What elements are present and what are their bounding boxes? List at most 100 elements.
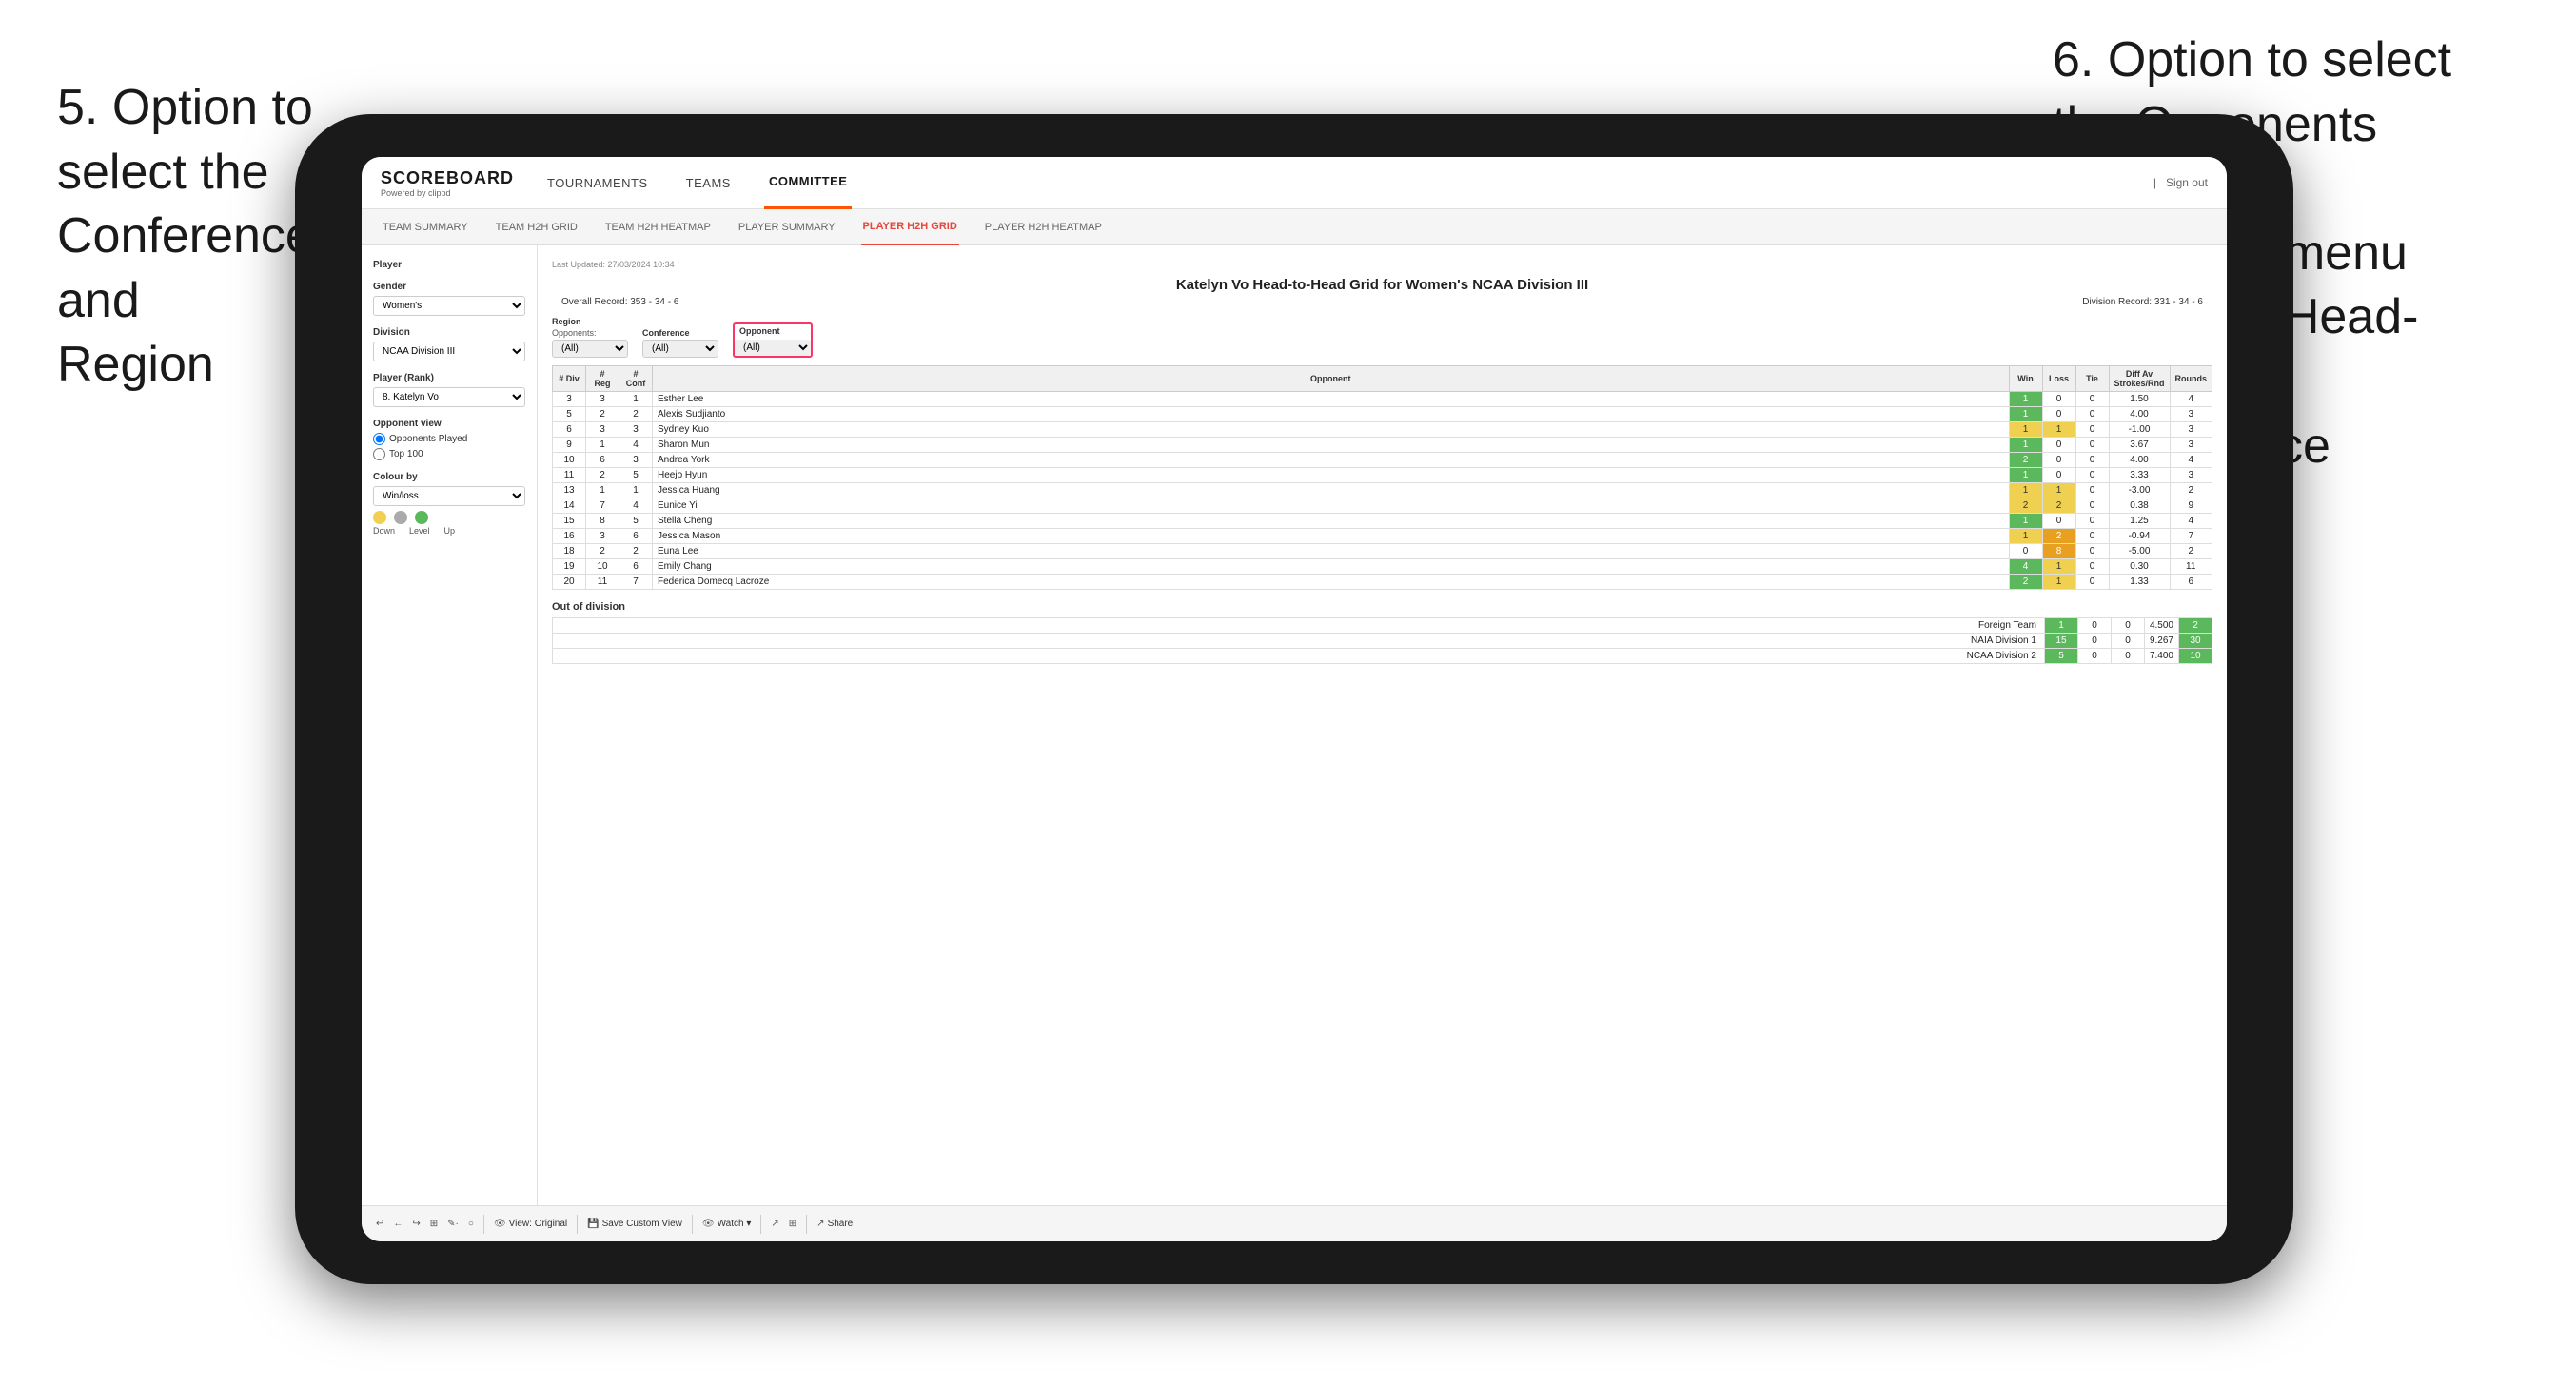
th-div: # Div bbox=[553, 366, 586, 392]
main-data-table: # Div # Reg # Conf Opponent Win Loss Tie… bbox=[552, 365, 2212, 590]
cell-loss: 0 bbox=[2042, 514, 2075, 529]
cell-tie: 0 bbox=[2075, 483, 2109, 498]
cell-diff: 1.33 bbox=[2109, 575, 2170, 590]
cell-loss: 1 bbox=[2042, 422, 2075, 438]
cell-tie: 0 bbox=[2075, 468, 2109, 483]
table-row: 15 8 5 Stella Cheng 1 0 0 1.25 4 bbox=[553, 514, 2212, 529]
toolbar-save-custom-view[interactable]: 💾 Save Custom View bbox=[587, 1219, 682, 1229]
top-navigation: SCOREBOARD Powered by clippd TOURNAMENTS… bbox=[362, 157, 2227, 209]
toolbar-view-original-label: View: Original bbox=[509, 1219, 568, 1229]
cell-conf: 4 bbox=[619, 438, 653, 453]
cell-reg: 3 bbox=[586, 422, 619, 438]
nav-committee[interactable]: COMMITTEE bbox=[764, 157, 853, 209]
filter-conference-select[interactable]: (All) bbox=[642, 340, 718, 358]
cell-opponent: Jessica Huang bbox=[653, 483, 2010, 498]
filter-region-select[interactable]: (All) bbox=[552, 340, 628, 358]
table-row: 5 2 2 Alexis Sudjianto 1 0 0 4.00 3 bbox=[553, 407, 2212, 422]
filter-conference-label: Conference bbox=[642, 328, 718, 338]
cell-diff: 1.50 bbox=[2109, 392, 2170, 407]
toolbar-grid2[interactable]: ⊞ bbox=[789, 1219, 796, 1229]
sidebar-player-rank-label: Player (Rank) bbox=[373, 373, 525, 383]
tablet-screen: SCOREBOARD Powered by clippd TOURNAMENTS… bbox=[362, 157, 2227, 1241]
sidebar-colour-by-section: Colour by Win/loss Down Level Up bbox=[373, 472, 525, 536]
cell-rounds: 2 bbox=[2170, 544, 2212, 559]
sidebar-division-select[interactable]: NCAA Division III NCAA Division I NCAA D… bbox=[373, 342, 525, 361]
subnav-team-h2h-grid[interactable]: TEAM H2H GRID bbox=[494, 209, 580, 245]
view-icon: 👁 bbox=[494, 1219, 506, 1229]
ood-cell-win: 5 bbox=[2044, 649, 2077, 664]
nav-teams[interactable]: TEAMS bbox=[681, 157, 736, 209]
dot-gray bbox=[394, 511, 407, 524]
main-content: Player Gender Women's Men's Division NCA… bbox=[362, 245, 2227, 1205]
cell-div: 11 bbox=[553, 468, 586, 483]
toolbar-redo[interactable]: ↪ bbox=[412, 1219, 420, 1229]
toolbar-watch-label: Watch ▾ bbox=[718, 1219, 752, 1229]
radio-top100-input[interactable] bbox=[373, 448, 385, 460]
sign-out-link[interactable]: Sign out bbox=[2166, 176, 2208, 189]
subnav-team-h2h-heatmap[interactable]: TEAM H2H HEATMAP bbox=[603, 209, 713, 245]
cell-conf: 2 bbox=[619, 407, 653, 422]
toolbar-edit[interactable]: ✎· bbox=[447, 1219, 459, 1229]
sidebar-gender-select[interactable]: Women's Men's bbox=[373, 296, 525, 316]
cell-div: 5 bbox=[553, 407, 586, 422]
cell-loss: 0 bbox=[2042, 468, 2075, 483]
toolbar-back[interactable]: ← bbox=[393, 1219, 403, 1229]
sidebar-colour-by-select[interactable]: Win/loss bbox=[373, 486, 525, 506]
out-of-division-body: Foreign Team 1 0 0 4.500 2 NAIA Division… bbox=[553, 618, 2212, 664]
ood-cell-tie: 0 bbox=[2111, 649, 2144, 664]
cell-reg: 3 bbox=[586, 529, 619, 544]
annotation-right-line1: 6. Option to select bbox=[2053, 32, 2451, 88]
cell-loss: 2 bbox=[2042, 498, 2075, 514]
toolbar-grid[interactable]: ⊞ bbox=[430, 1219, 438, 1229]
cell-div: 10 bbox=[553, 453, 586, 468]
nav-tournaments[interactable]: TOURNAMENTS bbox=[542, 157, 653, 209]
toolbar-undo[interactable]: ↩ bbox=[376, 1219, 383, 1229]
cell-win: 1 bbox=[2009, 422, 2042, 438]
cell-reg: 2 bbox=[586, 407, 619, 422]
division-record: Division Record: 331 - 34 - 6 bbox=[2082, 297, 2203, 307]
cell-div: 19 bbox=[553, 559, 586, 575]
toolbar-share-icon[interactable]: ↗ bbox=[771, 1219, 778, 1229]
ood-cell-win: 15 bbox=[2044, 634, 2077, 649]
subnav-team-summary[interactable]: TEAM SUMMARY bbox=[381, 209, 470, 245]
subnav-player-h2h-grid[interactable]: PLAYER H2H GRID bbox=[861, 209, 959, 245]
cell-conf: 1 bbox=[619, 392, 653, 407]
filter-opponent-select[interactable]: (All) bbox=[735, 340, 811, 356]
last-updated: Last Updated: 27/03/2024 10:34 bbox=[552, 260, 2212, 269]
toolbar-view-original[interactable]: 👁 View: Original bbox=[494, 1219, 567, 1229]
radio-opponents-played-input[interactable] bbox=[373, 433, 385, 445]
toolbar-share-label: Share bbox=[828, 1219, 854, 1229]
toolbar-divider-3 bbox=[692, 1215, 693, 1234]
cell-win: 1 bbox=[2009, 483, 2042, 498]
ood-cell-loss: 0 bbox=[2077, 649, 2111, 664]
color-labels: Down Level Up bbox=[373, 526, 525, 536]
tablet-device: SCOREBOARD Powered by clippd TOURNAMENTS… bbox=[295, 114, 2293, 1284]
radio-opponents-played[interactable]: Opponents Played bbox=[373, 433, 525, 445]
ood-cell-rounds: 2 bbox=[2179, 618, 2212, 634]
toolbar-share[interactable]: ↗ Share bbox=[816, 1219, 853, 1229]
cell-opponent: Euna Lee bbox=[653, 544, 2010, 559]
radio-top100[interactable]: Top 100 bbox=[373, 448, 525, 460]
sidebar-player-rank-select[interactable]: 8. Katelyn Vo bbox=[373, 387, 525, 407]
cell-conf: 3 bbox=[619, 422, 653, 438]
out-of-division-row: Foreign Team 1 0 0 4.500 2 bbox=[553, 618, 2212, 634]
sub-navigation: TEAM SUMMARY TEAM H2H GRID TEAM H2H HEAT… bbox=[362, 209, 2227, 245]
cell-win: 1 bbox=[2009, 438, 2042, 453]
ood-cell-name: NAIA Division 1 bbox=[553, 634, 2045, 649]
ood-cell-rounds: 10 bbox=[2179, 649, 2212, 664]
nav-links: TOURNAMENTS TEAMS COMMITTEE bbox=[542, 157, 2153, 209]
subnav-player-h2h-heatmap[interactable]: PLAYER H2H HEATMAP bbox=[983, 209, 1104, 245]
logo-sub: Powered by clippd bbox=[381, 188, 514, 198]
cell-rounds: 6 bbox=[2170, 575, 2212, 590]
cell-diff: 0.38 bbox=[2109, 498, 2170, 514]
cell-conf: 5 bbox=[619, 468, 653, 483]
cell-rounds: 4 bbox=[2170, 392, 2212, 407]
subnav-player-summary[interactable]: PLAYER SUMMARY bbox=[737, 209, 837, 245]
toolbar-refresh[interactable]: ○ bbox=[468, 1219, 474, 1229]
sign-in-icon: | bbox=[2153, 176, 2156, 189]
nav-right: | Sign out bbox=[2153, 176, 2208, 189]
label-up: Up bbox=[444, 526, 456, 536]
toolbar-watch[interactable]: 👁 Watch ▾ bbox=[702, 1219, 751, 1229]
cell-win: 2 bbox=[2009, 498, 2042, 514]
filter-row: Region Opponents: (All) Conference (All) bbox=[552, 317, 2212, 358]
